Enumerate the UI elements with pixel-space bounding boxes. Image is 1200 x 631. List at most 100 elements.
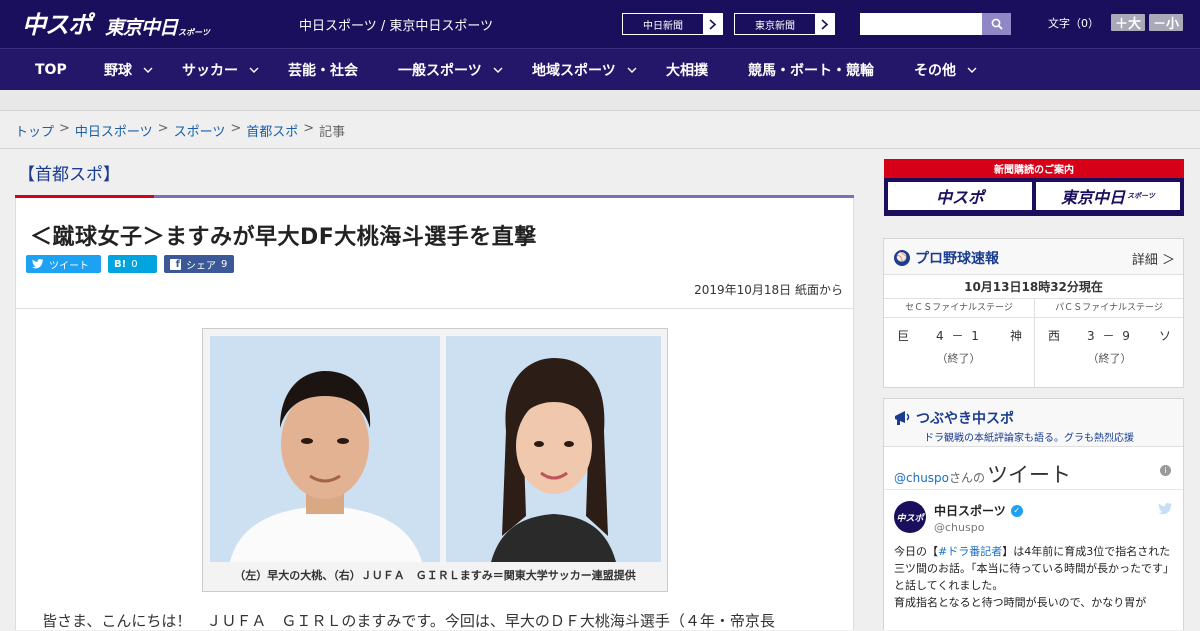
chevron-down-icon	[627, 67, 637, 73]
divider	[0, 148, 1200, 149]
article-date: 2019年10月18日 紙面から	[694, 283, 843, 297]
baseball-scores-widget: ⚾ プロ野球速報 詳細 ＞ 10月13日18時32分現在 セＣＳファイナルステー…	[883, 238, 1184, 388]
nav-item-baseball[interactable]: 野球	[104, 49, 153, 91]
search-box	[860, 13, 1011, 35]
site-header: 中スポ 東京中日 スポーツ 中日スポーツ / 東京中日スポーツ 中日新聞 東京新…	[0, 0, 1200, 48]
game-card[interactable]: セＣＳファイナルステージ 巨 4 － 1 神 （終了）	[884, 299, 1034, 387]
away-team: 神	[1010, 329, 1023, 343]
article-figure: （左）早大の大桃、（右）ＪＵＦＡ ＧＩＲＬますみ＝関東大学サッカー連盟提供	[202, 328, 668, 592]
breadcrumb-current: 記事	[319, 125, 346, 140]
twitter-widget: つぶやき中スポ ドラ観戦の本紙評論家も語る。グラも熱烈応援 @chuspo さん…	[883, 398, 1184, 630]
chunichi-shimbun-label: 中日新聞	[643, 20, 683, 32]
nav-item-local-sports[interactable]: 地域スポーツ	[532, 49, 637, 91]
game-status: （終了）	[936, 352, 981, 365]
article: ＜蹴球女子＞ますみが早大DF大桃海斗選手を直撃 ツイート B! 0 f シェア …	[15, 198, 854, 630]
photo-right[interactable]	[446, 336, 661, 562]
nav-label: 競馬・ボート・競輪	[748, 63, 874, 79]
game-stage: パＣＳファイナルステージ	[1035, 299, 1183, 318]
timeline-handle-suffix: さんの	[949, 471, 986, 485]
chevron-right-icon	[815, 14, 834, 34]
breadcrumb-separator: >	[59, 121, 70, 136]
article-body: 皆さま、こんにちは！ ＪＵＦＡ ＧＩＲＬのますみです。今回は、早大のＤＦ大桃海斗…	[42, 612, 775, 630]
tokyo-shimbun-link[interactable]: 東京新聞	[734, 13, 835, 35]
timeline-handle-link[interactable]: @chuspo	[894, 471, 949, 485]
twitter-widget-header: つぶやき中スポ ドラ観戦の本紙評論家も語る。グラも熱烈応援	[884, 399, 1183, 447]
nav-label: その他	[914, 63, 956, 79]
tweet-author[interactable]: 中日スポーツ ✓	[934, 502, 1023, 519]
main-nav: TOP 野球 サッカー 芸能・社会 一般スポーツ 地域スポーツ 大相撲 競馬・ボ…	[0, 48, 1200, 90]
nav-item-general-sports[interactable]: 一般スポーツ	[398, 49, 503, 91]
breadcrumb-chunichi-sports[interactable]: 中日スポーツ	[75, 121, 153, 140]
baseball-widget-title: ⚾ プロ野球速報	[894, 248, 999, 268]
search-button[interactable]	[982, 13, 1011, 35]
chunichi-shimbun-link[interactable]: 中日新聞	[622, 13, 723, 35]
divider	[16, 308, 853, 309]
tweet-username[interactable]: @chuspo	[934, 521, 984, 534]
facebook-icon: f	[170, 258, 181, 270]
breadcrumb-home[interactable]: トップ	[15, 121, 54, 140]
tweet-hashtag[interactable]: #ドラ番記者	[938, 545, 1002, 558]
twitter-share-label: ツイート	[49, 260, 89, 272]
timeline-title: @chuspo さんの ツイート	[894, 459, 1071, 489]
logo-tokyo-chunichi: 東京中日	[105, 17, 178, 39]
subscribe-chuspo-button[interactable]: 中スポ	[888, 182, 1032, 210]
subscribe-tokyo-button[interactable]: 東京中日 スポーツ	[1036, 182, 1180, 210]
subscribe-tokyo-small: スポーツ	[1127, 192, 1155, 200]
nav-label: 地域スポーツ	[532, 63, 616, 79]
facebook-share-label: シェア	[186, 260, 216, 272]
subscription-title: 新聞購読のご案内	[994, 165, 1074, 176]
tweet-author-name: 中日スポーツ	[934, 504, 1006, 518]
font-smaller-button[interactable]: －小	[1149, 14, 1184, 32]
game-stage: セＣＳファイナルステージ	[884, 299, 1034, 318]
nav-item-entertainment[interactable]: 芸能・社会	[288, 49, 358, 91]
away-team: ソ	[1159, 329, 1172, 343]
logo-sports: スポーツ	[178, 28, 210, 37]
hatena-count: 0	[131, 258, 138, 270]
nav-item-soccer[interactable]: サッカー	[182, 49, 259, 91]
hatena-icon: B!	[114, 258, 127, 270]
nav-label: 一般スポーツ	[398, 63, 482, 79]
nav-item-sumo[interactable]: 大相撲	[666, 49, 708, 91]
photo-left[interactable]	[210, 336, 440, 562]
breadcrumb-separator: >	[157, 121, 169, 136]
breadcrumb-sports[interactable]: スポーツ	[174, 121, 226, 140]
nav-item-other[interactable]: その他	[914, 49, 977, 91]
twitter-widget-subtitle[interactable]: ドラ観戦の本紙評論家も語る。グラも熱烈応援	[924, 429, 1134, 444]
font-size-control: 文字（0） ＋大 －小	[1048, 14, 1184, 32]
breadcrumb-shuto-spo[interactable]: 首都スポ	[246, 121, 298, 140]
section-label: 【首都スポ】	[18, 165, 120, 185]
game-card[interactable]: パＣＳファイナルステージ 西 3 － 9 ソ （終了）	[1034, 299, 1183, 387]
avatar[interactable]: 中スポ	[894, 501, 926, 533]
tweet[interactable]: 中スポ 中日スポーツ ✓ @chuspo 今日の【#ドラ番記者】は4年前に育成3…	[884, 490, 1183, 630]
twitter-bird-icon[interactable]	[1158, 503, 1173, 515]
subscribe-chuspo-label: 中スポ	[935, 188, 984, 207]
facebook-share-button[interactable]: f シェア 9	[164, 255, 234, 273]
hatena-bookmark-button[interactable]: B! 0	[108, 255, 157, 273]
nav-label: サッカー	[182, 63, 238, 79]
subscription-banner[interactable]: 新聞購読のご案内 中スポ 東京中日 スポーツ	[884, 159, 1184, 216]
twitter-bird-icon	[32, 259, 44, 269]
site-logo[interactable]: 中スポ 東京中日 スポーツ	[22, 8, 210, 40]
nav-item-top[interactable]: TOP	[35, 49, 67, 91]
tokyo-shimbun-label: 東京新聞	[755, 20, 795, 32]
baseball-icon: ⚾	[894, 250, 910, 266]
info-icon[interactable]: i	[1160, 465, 1171, 476]
chevron-down-icon	[493, 67, 503, 73]
breadcrumb-separator: >	[230, 121, 242, 136]
baseball-details-link[interactable]: 詳細 ＞	[1132, 249, 1175, 268]
baseball-update-time: 10月13日18時32分現在	[884, 275, 1183, 299]
font-size-label: 文字（0）	[1048, 16, 1099, 30]
photo-caption: （左）早大の大桃、（右）ＪＵＦＡ ＧＩＲＬますみ＝関東大学サッカー連盟提供	[234, 569, 636, 582]
twitter-share-button[interactable]: ツイート	[26, 255, 101, 273]
baseball-title-text: プロ野球速報	[915, 251, 999, 267]
nav-label: 大相撲	[666, 63, 708, 79]
nav-item-racing[interactable]: 競馬・ボート・競輪	[748, 49, 874, 91]
font-larger-button[interactable]: ＋大	[1111, 14, 1146, 32]
chevron-down-icon	[249, 67, 259, 73]
site-title: 中日スポーツ / 東京中日スポーツ	[299, 19, 494, 34]
tweet-text: 今日の【#ドラ番記者】は4年前に育成3位で指名された三ツ間のお話。「本当に待って…	[894, 543, 1174, 611]
megaphone-icon	[895, 411, 910, 425]
logo-chuspo: 中スポ	[22, 11, 92, 39]
search-input[interactable]	[860, 13, 982, 35]
verified-icon: ✓	[1010, 504, 1023, 517]
